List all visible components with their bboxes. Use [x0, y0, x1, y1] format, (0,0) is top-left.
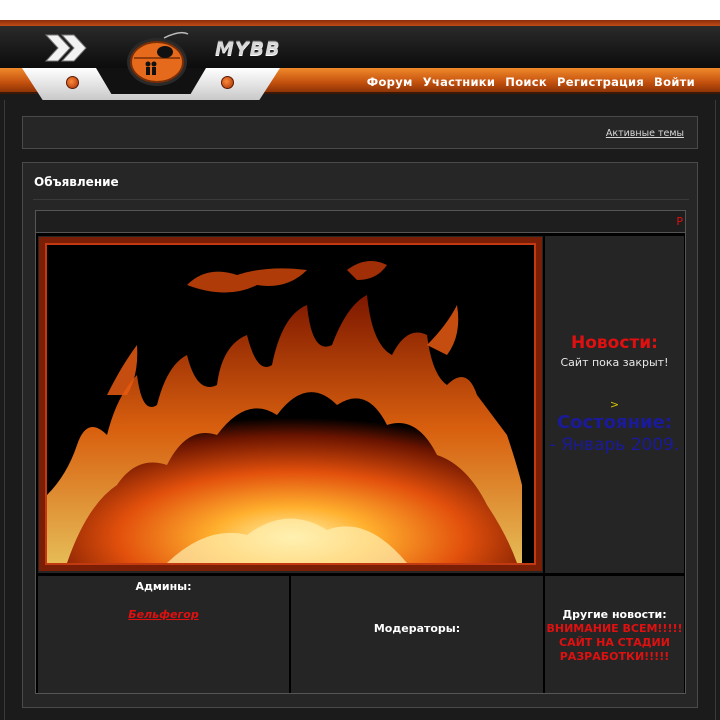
top-links-box: Активные темы	[22, 116, 698, 149]
top-white-strip	[0, 0, 720, 20]
fire-image-cell	[38, 236, 543, 573]
announcement-box: Объявление Р Новости: Сайт пока закрыт! …	[22, 162, 698, 708]
mouse-logo-icon[interactable]	[124, 30, 190, 88]
announcement-title: Объявление	[34, 175, 119, 189]
main-nav: Форум Участники Поиск Регистрация Войти	[357, 75, 695, 89]
status-heading: Состояние:	[556, 412, 673, 433]
admin-link[interactable]: Бельфегор	[38, 608, 289, 621]
news-heading: Новости:	[571, 333, 658, 353]
nav-login[interactable]: Войти	[654, 75, 695, 89]
moderators-label: Модераторы:	[373, 622, 461, 635]
other-news-cell: Другие новости: ВНИМАНИЕ ВСЕМ!!!!! САЙТ …	[545, 576, 684, 693]
brand-logo-text[interactable]: MYBB	[215, 38, 281, 60]
fire-image	[45, 243, 536, 565]
double-chevron-icon	[44, 34, 87, 62]
news-cell: Новости: Сайт пока закрыт! > Состояние: …	[545, 236, 684, 573]
nav-register[interactable]: Регистрация	[557, 75, 644, 89]
announcement-table: Р Новости: Сайт пока закрыт! > Состояние…	[35, 210, 686, 694]
alert-text: ВНИМАНИЕ ВСЕМ!!!!! САЙТ НА СТАДИИ РАЗРАБ…	[546, 622, 683, 663]
marquee-text: Р	[676, 215, 683, 228]
active-topics-link[interactable]: Активные темы	[606, 128, 684, 139]
status-value: - Январь 2009.	[549, 435, 680, 455]
image-frame	[39, 237, 542, 571]
nav-search[interactable]: Поиск	[505, 75, 547, 89]
nav-members[interactable]: Участники	[423, 75, 496, 89]
nav-forum[interactable]: Форум	[367, 75, 413, 89]
admins-cell: Админы: Бельфегор	[38, 576, 289, 693]
admins-label: Админы:	[135, 580, 192, 593]
news-text: Сайт пока закрыт!	[560, 356, 669, 369]
logo-dot-right	[221, 76, 234, 89]
other-news-label: Другие новости:	[562, 608, 667, 621]
marquee-bar: Р	[36, 211, 685, 233]
fire-graphic	[47, 245, 522, 563]
news-marker: >	[609, 398, 620, 411]
moderators-cell: Модераторы:	[291, 576, 543, 693]
logo-dot-left	[66, 76, 79, 89]
